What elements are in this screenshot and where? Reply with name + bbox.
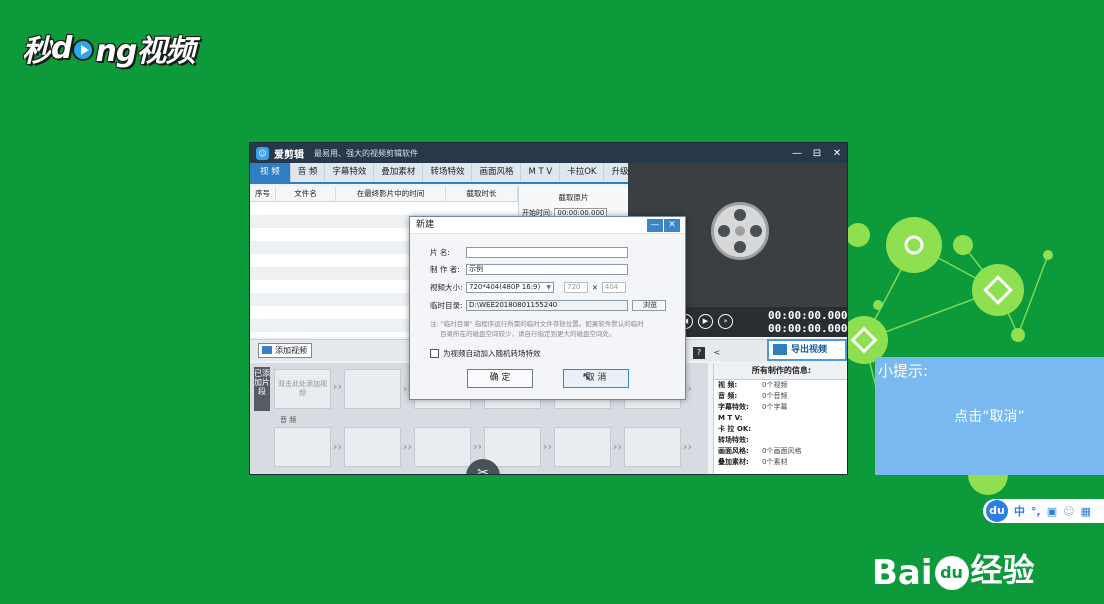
tab-styles[interactable]: 画面风格 xyxy=(472,163,522,182)
user-icon[interactable]: ☺ xyxy=(1063,505,1074,518)
time-current: 00:00:00.000 xyxy=(768,309,848,322)
export-video-label: 导出视频 xyxy=(791,345,828,355)
col-index[interactable]: 序号 xyxy=(250,186,276,201)
temp-dir-label: 临时目录: xyxy=(430,301,463,310)
width-input[interactable]: 720 xyxy=(564,282,588,293)
audio-slot[interactable] xyxy=(554,427,622,467)
tab-video[interactable]: 视 频 xyxy=(250,163,291,182)
audio-track-label: 音 频 xyxy=(280,416,297,424)
col-filename[interactable]: 文件名 xyxy=(276,186,336,201)
video-table-header: 序号 文件名 在最终影片中的时间 截取时长 xyxy=(250,186,518,202)
dialog-title: 新建 xyxy=(410,217,685,234)
col-duration[interactable]: 截取时长 xyxy=(446,186,518,201)
tab-transitions[interactable]: 转场特效 xyxy=(423,163,473,182)
export-video-button[interactable]: 导出视频 xyxy=(767,339,847,361)
brand-logo: 秒 d ng视频 xyxy=(22,26,195,70)
video-slot[interactable] xyxy=(344,369,412,409)
clip-panel-title: 截取原片 xyxy=(558,193,589,202)
checkbox-box[interactable] xyxy=(430,349,439,358)
tab-audio[interactable]: 音 频 xyxy=(291,163,326,182)
info-row: 音 频: 0个音频 xyxy=(718,392,788,400)
chevron-down-icon: ▼ xyxy=(546,284,551,291)
video-slot-add[interactable]: 双击此处添加视频 xyxy=(274,369,342,409)
info-panel: 所有制作的信息: 视 频: 0个视频 音 频: 0个音频 字幕特效: 0个字幕 M T… xyxy=(713,363,847,474)
author-label: 制 作 者: xyxy=(430,265,460,274)
next-frame-button[interactable]: ▶ xyxy=(698,314,713,329)
info-row: 卡 拉 OK: xyxy=(718,425,752,433)
added-clips-label: 已添加片段 xyxy=(254,367,270,411)
app-logo-icon: ☺ xyxy=(256,146,269,160)
dialog-minimize-button[interactable]: — xyxy=(647,219,663,232)
main-tabs: 视 频 音 频 字幕特效 叠加素材 转场特效 画面风格 M T V 卡拉OK 升… xyxy=(250,163,662,184)
mouse-cursor-icon: ↖ xyxy=(582,370,592,383)
auto-transition-label: 为视频自动加入随机转场特效 xyxy=(443,349,541,358)
baidu-jingyan-logo: Bai du 经验 xyxy=(872,551,1035,593)
add-video-button[interactable]: 添加视频 xyxy=(258,343,312,358)
brand-text-c: ng视频 xyxy=(95,34,195,69)
du-icon[interactable]: du xyxy=(986,500,1008,522)
audio-slot[interactable] xyxy=(274,427,342,467)
time-total: 00:00:00.000 xyxy=(768,322,848,335)
size-label: 视频大小: xyxy=(430,283,463,292)
temp-dir-note: 注: "临时目录" 指程序运行所需的临时文件存放位置。如果软件默认的临时 目录所… xyxy=(430,320,644,338)
name-label: 片 名: xyxy=(430,248,450,257)
size-select-value: 720*404(480P 16:9) xyxy=(469,283,541,291)
info-row: 叠加素材: 0个素材 xyxy=(718,458,788,466)
info-row: M T V: xyxy=(718,414,743,422)
tab-karaoke[interactable]: 卡拉OK xyxy=(560,163,605,182)
export-icon xyxy=(773,344,787,355)
ime-punct[interactable]: °, xyxy=(1031,505,1041,518)
toolbox-icon[interactable]: ▣ xyxy=(1047,505,1057,518)
brand-text-b: d xyxy=(51,30,73,66)
share-icon[interactable]: < xyxy=(711,347,723,359)
info-row: 字幕特效: 0个字幕 xyxy=(718,403,788,411)
col-time[interactable]: 在最终影片中的时间 xyxy=(336,186,446,201)
film-reel-icon xyxy=(711,202,769,260)
tab-overlay[interactable]: 叠加素材 xyxy=(374,163,424,182)
brand-text-a: 秒 xyxy=(22,34,52,69)
info-panel-title: 所有制作的信息: xyxy=(714,363,847,380)
add-video-icon xyxy=(262,346,272,354)
baidu-toolbar: du 中 °, ▣ ☺ ▦ xyxy=(983,499,1104,523)
maximize-button[interactable]: ⊟ xyxy=(807,148,827,159)
grid-icon[interactable]: ▦ xyxy=(1081,505,1091,518)
add-video-label: 添加视频 xyxy=(275,346,307,355)
author-input[interactable]: 示例 xyxy=(466,264,628,275)
tab-subtitle-effects[interactable]: 字幕特效 xyxy=(325,163,375,182)
app-name: 爱剪辑 xyxy=(274,149,304,161)
tip-box: 小提示: 点击“取消” xyxy=(875,357,1104,475)
minimize-button[interactable]: — xyxy=(787,148,807,159)
tip-title: 小提示: xyxy=(878,362,929,380)
title-bar: ☺ 爱剪辑 最易用、强大的视频剪辑软件 — ⊟ ✕ xyxy=(250,143,847,163)
play-icon xyxy=(72,39,95,61)
baidu-paw-icon: du xyxy=(934,556,969,590)
tab-mtv[interactable]: M T V xyxy=(521,163,561,182)
ime-chinese[interactable]: 中 xyxy=(1014,503,1025,519)
dialog-close-button[interactable]: ✕ xyxy=(664,219,680,232)
size-select[interactable]: 720*404(480P 16:9) ▼ xyxy=(466,282,554,293)
height-input[interactable]: 404 xyxy=(601,282,626,293)
close-button[interactable]: ✕ xyxy=(827,148,847,159)
fast-forward-button[interactable]: » xyxy=(718,314,733,329)
ok-button[interactable]: 确 定 xyxy=(467,369,533,388)
name-input[interactable] xyxy=(466,247,628,258)
browse-button[interactable]: 浏览 xyxy=(632,300,666,311)
temp-dir-input[interactable]: D:\WEE20180801155240 xyxy=(466,300,628,311)
audio-slot[interactable] xyxy=(624,427,692,467)
help-icon[interactable]: ? xyxy=(693,347,705,359)
audio-slot[interactable] xyxy=(414,427,482,467)
auto-transition-checkbox[interactable]: 为视频自动加入随机转场特效 xyxy=(430,348,541,359)
new-project-dialog: 新建 — ✕ 片 名: 制 作 者: 示例 视频大小: 720*404(480P… xyxy=(409,216,686,400)
cancel-button[interactable]: 取 消 xyxy=(563,369,629,388)
app-slogan: 最易用、强大的视频剪辑软件 xyxy=(314,148,418,158)
info-row: 画面风格: 0个画面风格 xyxy=(718,447,802,455)
info-row: 视 频: 0个视频 xyxy=(718,381,788,389)
tip-message: 点击“取消” xyxy=(954,409,1025,425)
audio-slot[interactable] xyxy=(344,427,412,467)
info-row: 转场特效: xyxy=(718,436,749,444)
times-sign: ✕ xyxy=(592,283,598,292)
